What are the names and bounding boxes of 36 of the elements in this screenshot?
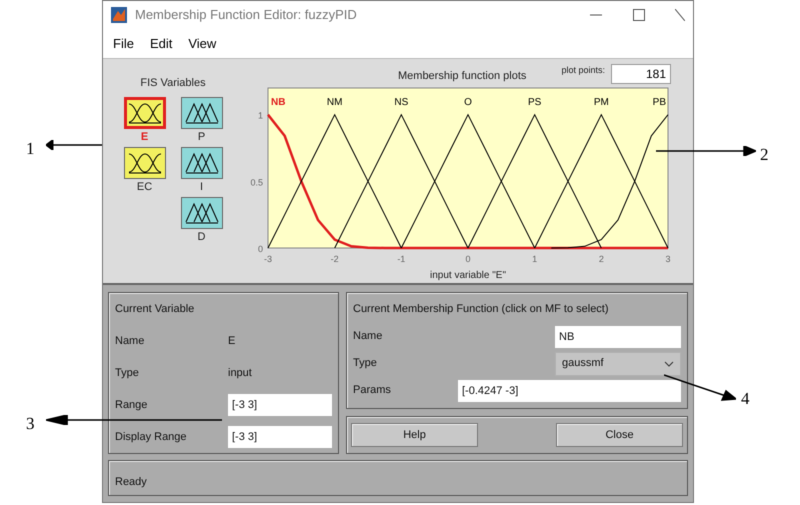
callout-number: 2 [760, 144, 768, 166]
x-tick-label: 1 [532, 254, 538, 264]
variable-name: E [140, 130, 148, 146]
callout-number: 1 [26, 138, 34, 160]
field-label: Display Range [115, 430, 188, 445]
x-tick-label: -3 [264, 254, 272, 264]
panel-title: FIS Variables [140, 76, 206, 91]
variable-name: EC [136, 180, 152, 196]
variable-name: D [198, 230, 206, 246]
callout-number: 4 [741, 388, 750, 410]
field-value: E [228, 334, 236, 350]
panel-title: Current Variable [115, 302, 196, 317]
x-tick-label: 3 [666, 254, 670, 264]
field-label: Name [115, 334, 146, 350]
field-label: Range [115, 398, 148, 413]
y-tick-label: 0 [258, 244, 263, 254]
x-tick-label: 2 [598, 254, 604, 264]
field-label: Type [353, 356, 378, 372]
y-tick-label: 1 [258, 110, 263, 120]
callout-number: 3 [26, 413, 34, 435]
x-tick-label: 0 [466, 254, 470, 264]
x-tick-label: -1 [397, 254, 406, 264]
panel-title: Current Membership Function (click on MF to select) [353, 302, 610, 317]
variable-name: I [200, 180, 204, 196]
field-label: Name [353, 329, 384, 344]
plot-points-label: plot points: [561, 64, 605, 78]
x-tick-label: -2 [330, 254, 339, 264]
x-axis-label: input variable "E" [430, 270, 506, 281]
y-tick-label: 0.5 [250, 177, 263, 188]
chart-title: Membership function plots [398, 69, 526, 84]
field-label: Params [353, 383, 392, 398]
status-text: Ready [115, 476, 147, 488]
variable-name: P [198, 130, 206, 146]
window-title: Membership Function Editor: fuzzyPID [135, 6, 357, 24]
field-value: input [228, 366, 252, 382]
field-label: Type [115, 366, 140, 382]
